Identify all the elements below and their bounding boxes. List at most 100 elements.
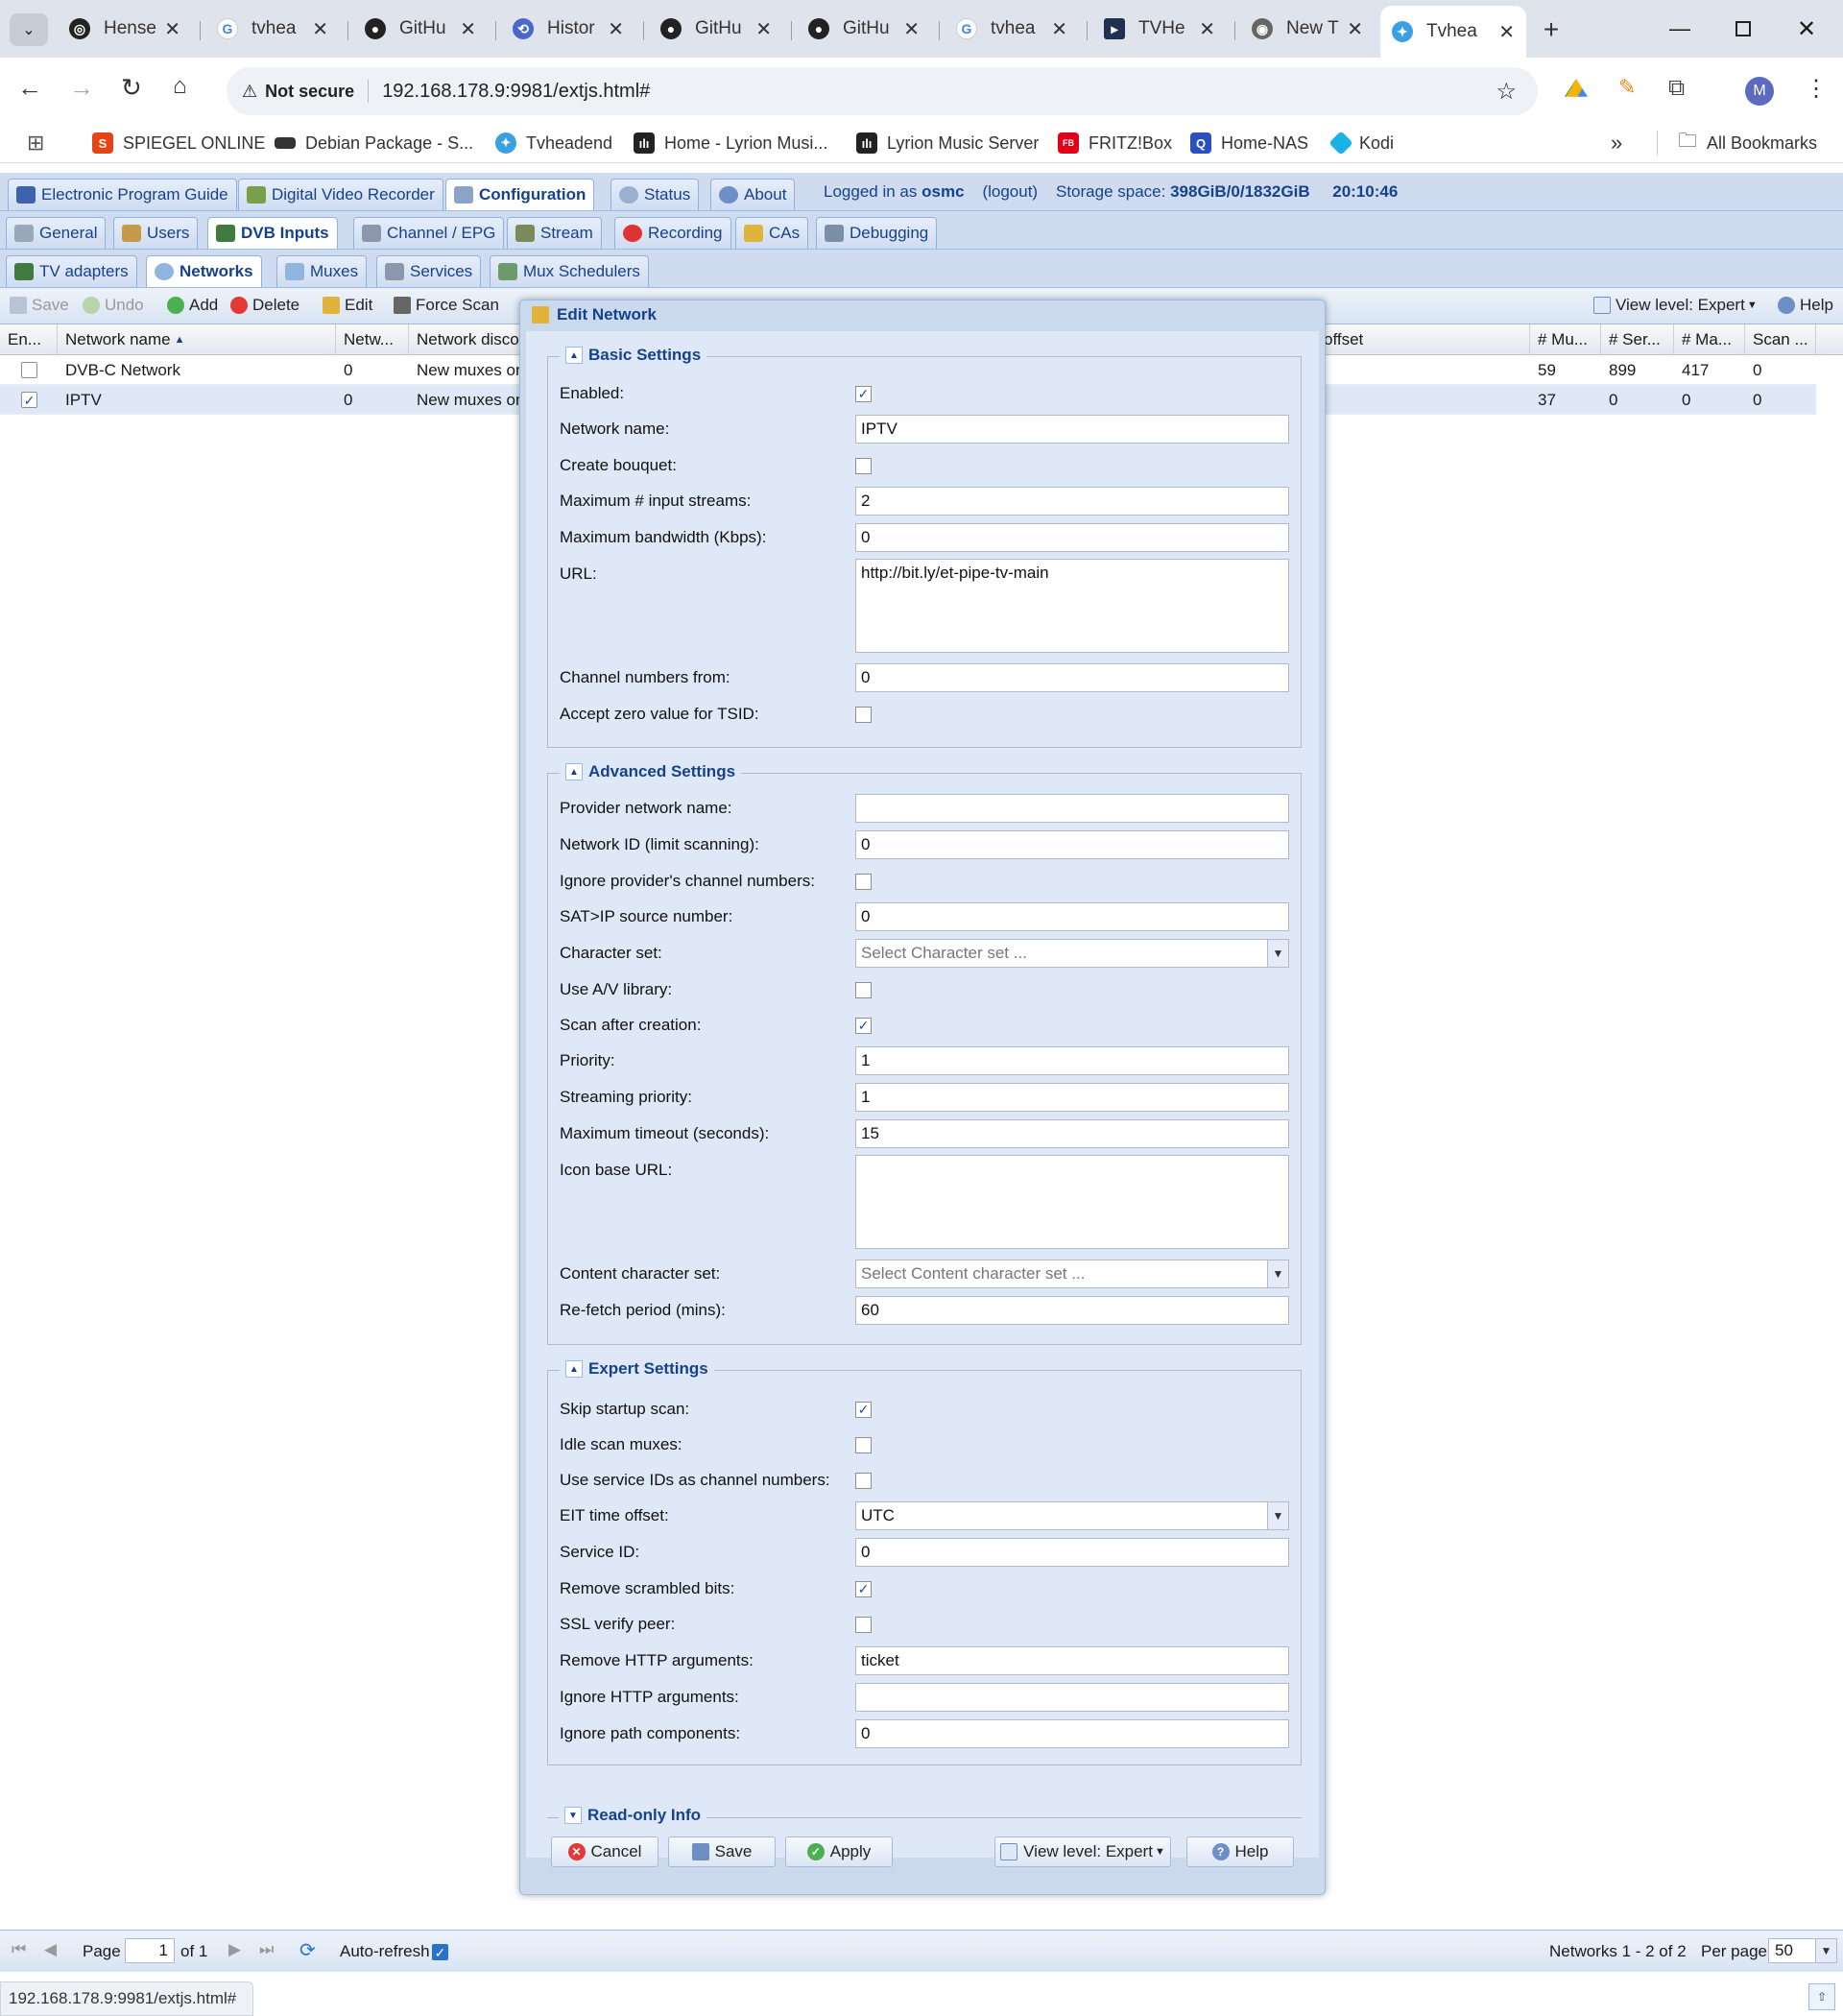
close-icon[interactable]: ✕	[460, 17, 476, 41]
close-icon[interactable]: ✕	[608, 17, 624, 41]
undo-button[interactable]: Undo	[83, 296, 144, 315]
streaming-priority-input[interactable]: 1	[855, 1083, 1289, 1112]
tab-general[interactable]: General	[6, 217, 107, 249]
browser-tab[interactable]: ● GitHu ✕	[797, 10, 931, 48]
tab-channel-epg[interactable]: Channel / EPG	[353, 217, 505, 249]
remove-scrambled-checkbox[interactable]: ✓	[855, 1580, 872, 1597]
save-button[interactable]: Save	[668, 1836, 776, 1867]
collapse-icon[interactable]: ▲	[565, 347, 583, 364]
charset-select[interactable]: Select Character set ... ▼	[855, 939, 1289, 968]
next-page-icon[interactable]: ▶	[228, 1940, 241, 1959]
chevron-down-icon[interactable]: ▼	[1267, 1260, 1288, 1287]
tab-cas[interactable]: CAs	[735, 217, 809, 249]
cancel-button[interactable]: ✕ Cancel	[551, 1836, 658, 1867]
tab-services[interactable]: Services	[376, 255, 482, 287]
icon-base-url-textarea[interactable]	[855, 1155, 1289, 1249]
tab-configuration[interactable]: Configuration	[445, 179, 595, 210]
use-av-library-checkbox[interactable]	[855, 981, 872, 998]
browser-tab[interactable]: ◎ Hense ✕	[58, 10, 192, 48]
per-page-select[interactable]: 50 ▼	[1768, 1938, 1837, 1963]
refetch-period-input[interactable]: 60	[855, 1296, 1289, 1325]
tab-debugging[interactable]: Debugging	[816, 217, 938, 249]
help-button[interactable]: Help	[1778, 296, 1833, 315]
close-icon[interactable]: ✕	[1051, 17, 1067, 41]
save-button[interactable]: Save	[10, 296, 69, 315]
tab-stream[interactable]: Stream	[507, 217, 602, 249]
column-header-enabled[interactable]: En...	[0, 324, 58, 355]
chevron-down-icon[interactable]: ▼	[1267, 1502, 1288, 1529]
checkbox-checked[interactable]: ✓	[21, 392, 37, 408]
column-header-mapped[interactable]: # Ma...	[1674, 324, 1745, 355]
security-label[interactable]: Not secure	[265, 82, 354, 102]
priority-input[interactable]: 1	[855, 1046, 1289, 1075]
column-header-network[interactable]: Netw...	[336, 324, 409, 355]
bookmark-star-icon[interactable]: ☆	[1496, 78, 1517, 106]
advanced-settings-legend[interactable]: ▲ Advanced Settings	[560, 762, 742, 781]
row-enabled-checkbox[interactable]: ✓	[13, 385, 52, 415]
tab-mux-schedulers[interactable]: Mux Schedulers	[490, 255, 649, 287]
column-header-discovery[interactable]: Network disco	[409, 324, 524, 355]
add-button[interactable]: Add	[167, 296, 218, 315]
column-header-muxes[interactable]: # Mu...	[1530, 324, 1601, 355]
tab-recording[interactable]: Recording	[614, 217, 731, 249]
help-button[interactable]: ? Help	[1186, 1836, 1294, 1867]
bookmark-lyrion-server[interactable]: ılı Lyrion Music Server	[856, 129, 1039, 157]
close-icon[interactable]: ✕	[1199, 17, 1215, 41]
create-bouquet-checkbox[interactable]	[855, 457, 872, 474]
url-text[interactable]: 192.168.178.9:9981/extjs.html#	[382, 81, 650, 103]
browser-tab[interactable]: ● GitHu ✕	[649, 10, 783, 48]
bookmark-home-nas[interactable]: Q Home-NAS	[1190, 129, 1308, 157]
tab-epg[interactable]: Electronic Program Guide	[8, 179, 237, 210]
network-name-input[interactable]: IPTV	[855, 415, 1289, 444]
close-icon[interactable]: ✕	[312, 17, 328, 41]
expand-icon[interactable]: ▼	[564, 1807, 582, 1824]
address-bar[interactable]: ⚠ Not secure 192.168.178.9:9981/extjs.ht…	[227, 67, 1538, 115]
view-level-button[interactable]: View level: Expert ▼	[994, 1836, 1171, 1867]
apply-button[interactable]: ✓ Apply	[785, 1836, 893, 1867]
all-bookmarks-button[interactable]: 🗀 All Bookmarks	[1678, 129, 1817, 157]
tab-status[interactable]: Status	[610, 179, 700, 210]
back-icon[interactable]: ←	[17, 73, 42, 103]
scan-after-creation-checkbox[interactable]: ✓	[855, 1017, 872, 1034]
channel-numbers-from-input[interactable]: 0	[855, 663, 1289, 692]
expert-settings-legend[interactable]: ▲ Expert Settings	[560, 1359, 714, 1379]
close-icon[interactable]: ✕	[903, 17, 920, 41]
collapse-icon[interactable]: ▲	[565, 1360, 583, 1378]
network-id-input[interactable]: 0	[855, 830, 1289, 859]
browser-tab[interactable]: ● GitHu ✕	[353, 10, 488, 48]
browser-tab[interactable]: Gtvhea ✕	[945, 10, 1079, 48]
column-header-network-name[interactable]: Network name ▲	[58, 324, 336, 355]
ssl-verify-checkbox[interactable]	[855, 1616, 872, 1633]
ignore-provider-numbers-checkbox[interactable]	[855, 873, 872, 890]
prev-page-icon[interactable]: ◀	[44, 1940, 57, 1959]
column-header-eit-offset[interactable]: offset	[1315, 324, 1530, 355]
extensions-icon[interactable]: ⧉	[1668, 75, 1685, 102]
ignore-path-components-input[interactable]: 0	[855, 1719, 1289, 1748]
bookmark-kodi[interactable]: Kodi	[1328, 129, 1394, 157]
remove-http-args-input[interactable]: ticket	[855, 1646, 1289, 1675]
chevron-down-icon[interactable]: ▼	[1815, 1939, 1836, 1962]
max-timeout-input[interactable]: 15	[855, 1119, 1289, 1148]
home-icon[interactable]: ⌂	[173, 73, 187, 100]
readonly-info-legend[interactable]: ▼ Read-only Info	[559, 1806, 707, 1825]
eit-offset-select[interactable]: UTC ▼	[855, 1501, 1289, 1530]
warning-icon[interactable]: ⚠	[242, 82, 257, 102]
close-icon[interactable]: ✕	[164, 17, 180, 41]
browser-tab[interactable]: ⟲ Histor ✕	[501, 10, 635, 48]
ignore-http-args-input[interactable]	[855, 1683, 1289, 1712]
satip-source-input[interactable]: 0	[855, 902, 1289, 931]
avatar[interactable]: M	[1745, 77, 1774, 106]
view-level-button[interactable]: View level: Expert ▼	[1593, 296, 1758, 315]
row-enabled-checkbox[interactable]	[13, 355, 52, 385]
enabled-checkbox[interactable]: ✓	[855, 385, 872, 402]
collapse-icon[interactable]: ▲	[565, 763, 583, 780]
minimize-button[interactable]: —	[1661, 10, 1699, 48]
tab-dvr[interactable]: Digital Video Recorder	[238, 179, 443, 210]
skip-startup-scan-checkbox[interactable]: ✓	[855, 1401, 872, 1418]
bookmark-tvheadend[interactable]: ✦ Tvheadend	[495, 129, 612, 157]
delete-button[interactable]: Delete	[230, 296, 299, 315]
max-bandwidth-input[interactable]: 0	[855, 523, 1289, 552]
browser-menu-icon[interactable]: ⋮	[1805, 75, 1828, 103]
browser-tab-active[interactable]: ✦ Tvhea ✕	[1380, 6, 1526, 58]
browser-tab[interactable]: Gtvhea ✕	[205, 10, 340, 48]
